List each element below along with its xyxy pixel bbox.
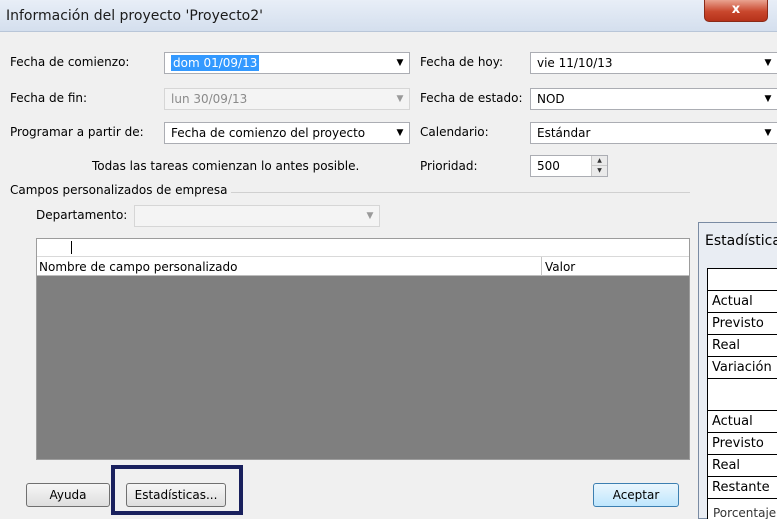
status-date-combo[interactable]: NOD ▼ (530, 88, 777, 110)
finish-date-label: Fecha de fin: (10, 91, 88, 105)
stats-row: Real (708, 455, 777, 477)
finish-date-value: lun 30/09/13 (171, 92, 248, 106)
stats-footer-label: Porcentaje (713, 506, 777, 519)
custom-fields-group-label: Campos personalizados de empresa (10, 183, 232, 197)
stats-row: Previsto (708, 313, 777, 335)
custom-fields-grid[interactable]: Nombre de campo personalizado Valor (36, 238, 690, 460)
stats-row (708, 269, 777, 291)
schedule-from-combo[interactable]: Fecha de comienzo del proyecto ▼ (164, 122, 410, 144)
title-bar: Información del proyecto 'Proyecto2' x (0, 0, 777, 32)
chevron-down-icon[interactable]: ▼ (391, 123, 409, 143)
chevron-down-icon[interactable]: ▼ (759, 123, 777, 143)
close-button[interactable]: x (704, 0, 768, 22)
chevron-down-icon: ▼ (366, 211, 374, 221)
start-date-value: dom 01/09/13 (171, 55, 260, 71)
column-header-value[interactable]: Valor (545, 260, 575, 274)
spin-down-icon[interactable]: ▼ (592, 166, 607, 176)
calendar-value: Estándar (537, 126, 591, 140)
help-button[interactable]: Ayuda (26, 483, 110, 507)
highlight-box (111, 465, 243, 515)
calendar-combo[interactable]: Estándar ▼ (530, 122, 777, 144)
spin-up-icon[interactable]: ▲ (592, 156, 607, 166)
priority-label: Prioridad: (420, 159, 478, 173)
ok-button[interactable]: Aceptar (593, 483, 679, 507)
schedule-note: Todas las tareas comienzan lo antes posi… (92, 159, 360, 173)
stats-row: Actual (708, 411, 777, 433)
window-title: Información del proyecto 'Proyecto2' (6, 8, 264, 24)
chevron-down-icon[interactable]: ▼ (759, 53, 777, 73)
finish-date-combo: lun 30/09/13 ▼ (164, 88, 410, 110)
today-date-value: vie 11/10/13 (537, 56, 613, 70)
statistics-title: Estadísticas (705, 233, 777, 249)
stats-row: Actual (708, 291, 777, 313)
today-date-combo[interactable]: vie 11/10/13 ▼ (530, 52, 777, 74)
chevron-down-icon: ▼ (396, 94, 404, 104)
schedule-from-label: Programar a partir de: (10, 125, 144, 139)
grid-header: Nombre de campo personalizado Valor (37, 257, 689, 276)
project-information-dialog: Información del proyecto 'Proyecto2' x F… (0, 0, 777, 519)
statistics-table: Actual Previsto Real Variación Actual Pr… (707, 268, 777, 519)
stats-row (708, 389, 777, 411)
priority-value: 500 (537, 159, 560, 173)
column-header-field-name[interactable]: Nombre de campo personalizado (39, 260, 238, 274)
stats-row: Restante (708, 477, 777, 499)
priority-spinner[interactable]: 500 ▲ ▼ (530, 155, 608, 177)
stats-row: Previsto (708, 433, 777, 455)
chevron-down-icon[interactable]: ▼ (391, 53, 409, 73)
chevron-down-icon[interactable]: ▼ (759, 89, 777, 109)
start-date-label: Fecha de comienzo: (10, 55, 130, 69)
department-combo: ▼ (134, 205, 380, 227)
start-date-combo[interactable]: dom 01/09/13 ▼ (164, 52, 410, 74)
today-date-label: Fecha de hoy: (420, 55, 504, 69)
calendar-label: Calendario: (420, 125, 489, 139)
schedule-from-value: Fecha de comienzo del proyecto (171, 126, 366, 140)
stats-row: Variación (708, 357, 777, 379)
statistics-panel: Estadísticas Actual Previsto Real Variac… (698, 222, 777, 519)
department-label: Departamento: (36, 208, 128, 222)
stats-row: Real (708, 335, 777, 357)
status-date-value: NOD (537, 92, 565, 106)
status-date-label: Fecha de estado: (420, 91, 523, 105)
grid-edit-bar[interactable] (37, 239, 689, 257)
